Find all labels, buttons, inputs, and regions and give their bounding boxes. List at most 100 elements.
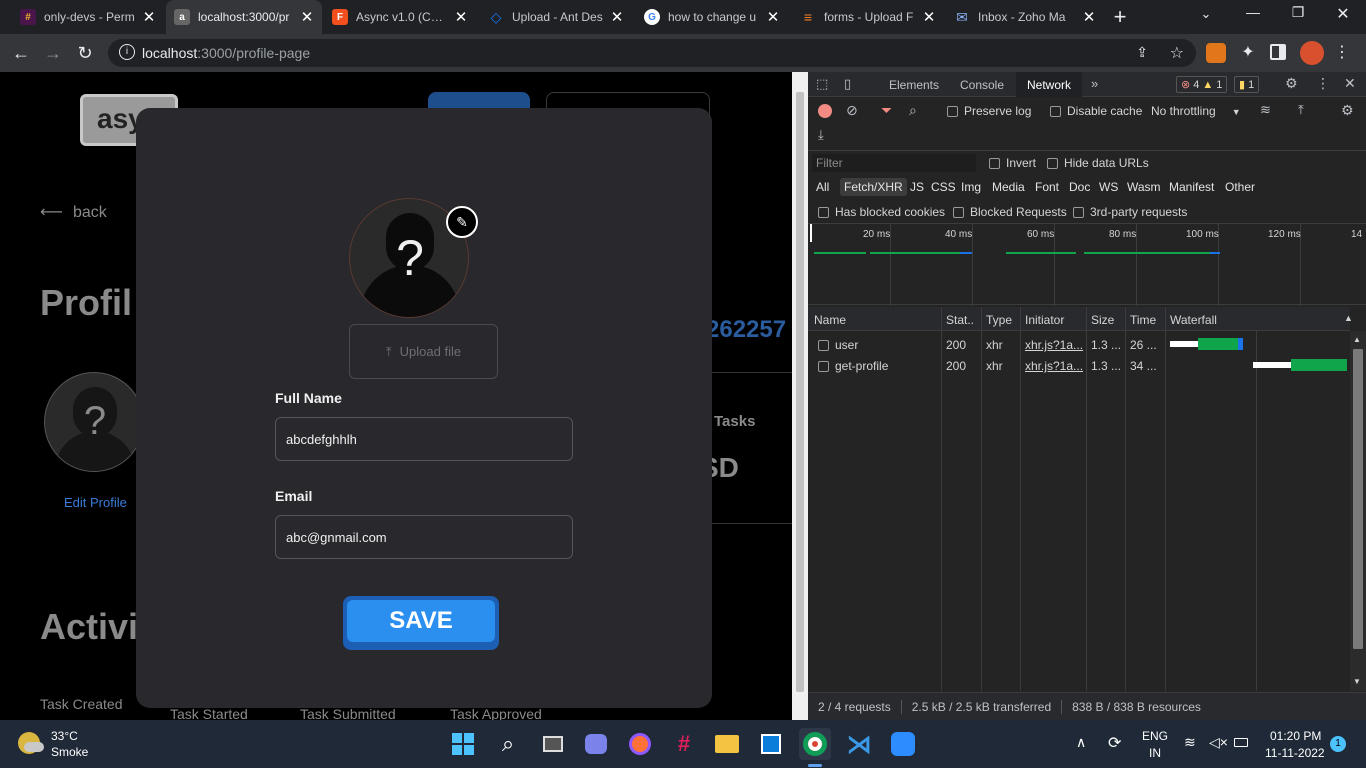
share-icon[interactable]: ⇪	[1136, 44, 1148, 61]
region-code[interactable]: IN	[1149, 746, 1161, 760]
scroll-up-icon[interactable]: ▲	[1353, 335, 1361, 344]
menu-kebab-icon[interactable]: ⋮	[1334, 42, 1350, 62]
network-settings-icon[interactable]: ⚙	[1341, 102, 1354, 119]
slack-icon[interactable]: #	[668, 728, 700, 760]
blocked-requests-checkbox[interactable]: Blocked Requests	[953, 205, 1067, 219]
table-scrollbar-thumb[interactable]	[1353, 349, 1363, 649]
page-scrollbar-track[interactable]	[792, 72, 808, 720]
col-size[interactable]: Size	[1091, 313, 1114, 327]
export-har-icon[interactable]: ⤓	[818, 127, 824, 143]
close-tab-icon[interactable]: ✕	[1082, 8, 1096, 26]
tab-stackoverflow[interactable]: ≡ forms - Upload F ✕	[792, 0, 944, 34]
back-link[interactable]: ⟵ back	[40, 202, 107, 222]
tab-figma[interactable]: F Async v1.0 (Copy ✕	[324, 0, 476, 34]
email-input[interactable]: abc@gnmail.com	[275, 515, 573, 559]
row-initiator[interactable]: xhr.js?1a...	[1025, 359, 1083, 373]
back-arrow-icon[interactable]: ←	[6, 38, 36, 68]
system-tray-chevron-icon[interactable]: ∧	[1076, 734, 1086, 751]
volume-icon[interactable]: ◁×	[1209, 734, 1228, 751]
tab-elements[interactable]: Elements	[880, 72, 948, 97]
close-tab-icon[interactable]: ✕	[922, 8, 936, 26]
close-tab-icon[interactable]: ✕	[766, 8, 780, 26]
close-tab-icon[interactable]: ✕	[454, 8, 468, 26]
profile-avatar[interactable]	[1300, 41, 1324, 65]
col-status[interactable]: Stat..	[946, 313, 974, 327]
table-row[interactable]: user 200 xhr xhr.js?1a... 1.3 ... 26 ...	[808, 334, 1350, 355]
bookmark-star-icon[interactable]: ☆	[1170, 43, 1184, 63]
filter-doc[interactable]: Doc	[1069, 180, 1090, 194]
info-counter[interactable]: ▮ 1	[1234, 76, 1260, 93]
extensions-icon[interactable]: ✦	[1238, 42, 1258, 62]
close-tab-icon[interactable]: ✕	[142, 8, 156, 26]
forward-arrow-icon[interactable]: →	[38, 38, 68, 68]
tab-network[interactable]: Network	[1016, 72, 1082, 97]
filter-img[interactable]: Img	[961, 180, 981, 194]
devtools-menu-icon[interactable]: ⋮	[1316, 75, 1330, 92]
filter-input[interactable]: Filter	[812, 154, 976, 172]
record-icon[interactable]	[818, 104, 832, 118]
col-time[interactable]: Time	[1130, 313, 1156, 327]
filter-font[interactable]: Font	[1035, 180, 1059, 194]
issues-counter[interactable]: ⊗ 4 ▲ 1	[1176, 76, 1228, 93]
restore-button[interactable]: ❐	[1288, 4, 1308, 21]
language-code[interactable]: ENG	[1142, 729, 1168, 743]
battery-icon[interactable]	[1234, 738, 1248, 747]
tab-only-devs[interactable]: # only-devs - Perm ✕	[12, 0, 164, 34]
row-initiator[interactable]: xhr.js?1a...	[1025, 338, 1083, 352]
table-scrollbar-track[interactable]: ▲ ▼	[1350, 331, 1366, 691]
tab-google[interactable]: G how to change u ✕	[636, 0, 788, 34]
edit-profile-link[interactable]: Edit Profile	[64, 495, 127, 510]
inspect-element-icon[interactable]: ⬚	[816, 76, 828, 92]
disable-cache-checkbox[interactable]: Disable cache	[1050, 104, 1142, 118]
pencil-edit-icon[interactable]: ✎	[446, 206, 478, 238]
windows-start-icon[interactable]	[447, 728, 479, 760]
tab-ant-design[interactable]: ◇ Upload - Ant Des ✕	[480, 0, 632, 34]
microsoft-store-icon[interactable]	[755, 728, 787, 760]
tab-search-icon[interactable]: ⌄	[1196, 6, 1216, 22]
search-icon[interactable]: ⌕	[492, 728, 524, 760]
filter-media[interactable]: Media	[992, 180, 1025, 194]
new-tab-button[interactable]: +	[1108, 5, 1132, 29]
invert-checkbox[interactable]: Invert	[989, 156, 1036, 170]
search-icon[interactable]: ⌕	[909, 102, 917, 119]
full-name-input[interactable]: abcdefghhlh	[275, 417, 573, 461]
vscode-icon[interactable]: ⋊	[843, 728, 875, 760]
chrome-icon[interactable]	[799, 728, 831, 760]
preserve-log-checkbox[interactable]: Preserve log	[947, 104, 1031, 118]
hide-data-urls-checkbox[interactable]: Hide data URLs	[1047, 156, 1149, 170]
device-toolbar-icon[interactable]: ▯	[844, 76, 851, 92]
import-har-icon[interactable]: ⤒	[1298, 102, 1304, 118]
address-bar[interactable]: i localhost:3000/profile-page ⇪ ☆	[108, 39, 1196, 67]
reload-icon[interactable]: ↻	[70, 38, 100, 68]
clock-time[interactable]: 01:20 PM	[1270, 729, 1321, 743]
weather-widget[interactable]	[18, 732, 44, 754]
filter-js[interactable]: JS	[910, 180, 924, 194]
throttling-select[interactable]: No throttling ▼	[1151, 104, 1241, 118]
scroll-down-icon[interactable]: ▼	[1353, 677, 1361, 686]
col-waterfall[interactable]: Waterfall	[1170, 313, 1217, 327]
filter-all[interactable]: All	[816, 180, 829, 194]
filter-css[interactable]: CSS	[931, 180, 956, 194]
file-explorer-icon[interactable]	[711, 728, 743, 760]
filter-fetch-xhr[interactable]: Fetch/XHR	[840, 178, 907, 196]
sync-icon[interactable]: ⟳	[1108, 733, 1121, 753]
task-view-icon[interactable]	[537, 728, 569, 760]
firefox-icon[interactable]	[624, 728, 656, 760]
tab-localhost[interactable]: a localhost:3000/pr ✕	[166, 0, 322, 34]
blocked-cookies-checkbox[interactable]: Has blocked cookies	[818, 205, 945, 219]
more-tabs-icon[interactable]: »	[1091, 76, 1098, 91]
upload-file-button[interactable]: ⤒ Upload file	[349, 324, 498, 379]
save-button[interactable]: SAVE	[347, 600, 495, 642]
col-type[interactable]: Type	[986, 313, 1012, 327]
filter-funnel-icon[interactable]: ⏷	[881, 102, 892, 119]
close-window-button[interactable]: ✕	[1333, 4, 1353, 24]
third-party-checkbox[interactable]: 3rd-party requests	[1073, 205, 1187, 219]
clear-icon[interactable]: ⊘	[846, 102, 858, 119]
settings-gear-icon[interactable]: ⚙	[1285, 75, 1298, 92]
notification-badge[interactable]: 1	[1330, 736, 1346, 752]
side-panel-icon[interactable]	[1270, 44, 1286, 60]
filter-other[interactable]: Other	[1225, 180, 1255, 194]
zoom-icon[interactable]	[887, 728, 919, 760]
timeline-overview[interactable]: 20 ms 40 ms 60 ms 80 ms 100 ms 120 ms 14	[808, 223, 1366, 306]
network-conditions-icon[interactable]: ≋	[1260, 102, 1271, 118]
